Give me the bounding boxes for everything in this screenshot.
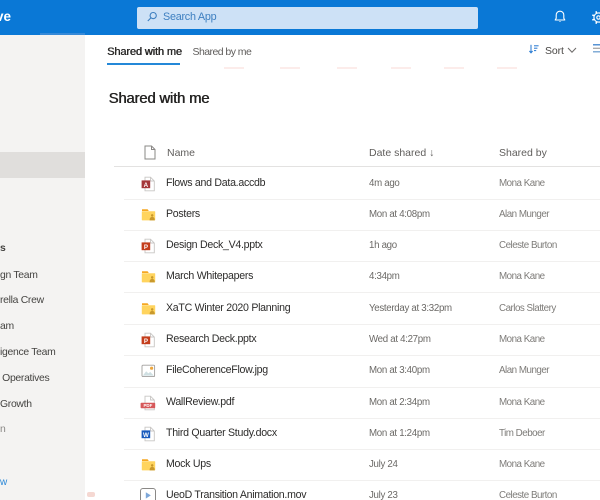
svg-text:W: W: [143, 432, 149, 439]
svg-text:P: P: [144, 338, 148, 345]
svg-text:P: P: [144, 244, 148, 251]
svg-text:PDF: PDF: [144, 403, 153, 408]
svg-text:A: A: [144, 182, 149, 189]
